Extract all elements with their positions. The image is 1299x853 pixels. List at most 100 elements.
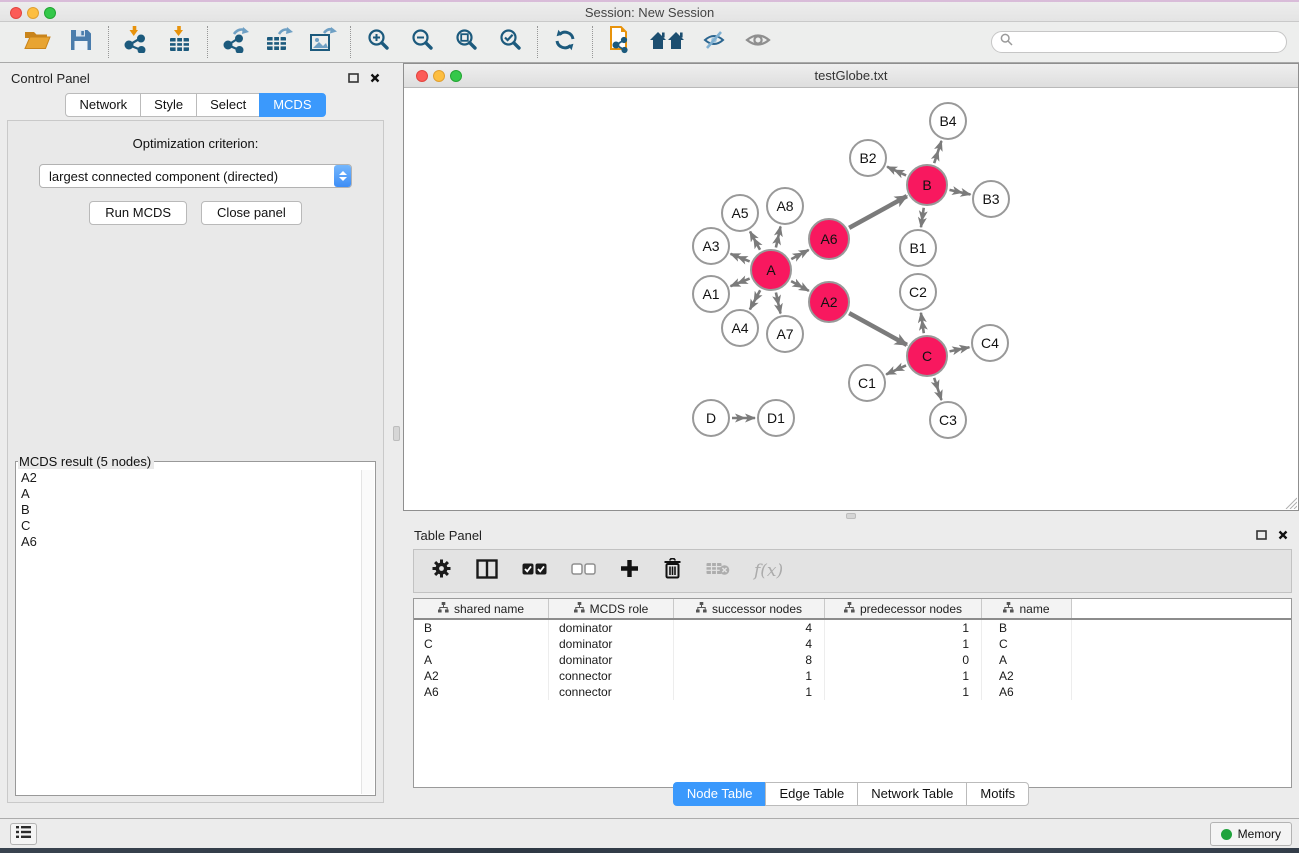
graph-node-D1[interactable]: D1	[758, 400, 794, 436]
graph-node-C2[interactable]: C2	[900, 274, 936, 310]
graph-edge-C-C4[interactable]	[950, 347, 970, 351]
tab-motifs[interactable]: Motifs	[966, 782, 1029, 806]
import-network-button[interactable]	[120, 26, 152, 58]
export-image-button[interactable]	[307, 26, 339, 58]
network-close-button[interactable]	[416, 70, 428, 82]
graph-node-A6[interactable]: A6	[809, 219, 849, 259]
float-panel-icon[interactable]	[1256, 528, 1267, 543]
graph-node-A5[interactable]: A5	[722, 195, 758, 231]
network-zoom-button[interactable]	[450, 70, 462, 82]
show-panels-button[interactable]	[10, 823, 37, 845]
graph-node-B2[interactable]: B2	[850, 140, 886, 176]
run-mcds-button[interactable]: Run MCDS	[89, 201, 187, 225]
graph-edge-C-C2[interactable]	[921, 313, 924, 333]
mcds-result-item[interactable]: A6	[17, 534, 360, 550]
graph-node-A7[interactable]: A7	[767, 316, 803, 352]
graph-edge-B-B4[interactable]	[934, 141, 941, 163]
network-minimize-button[interactable]	[433, 70, 445, 82]
node-table[interactable]: shared nameMCDS rolesuccessor nodesprede…	[413, 598, 1292, 788]
graph-edge-A-A7[interactable]	[776, 292, 781, 313]
save-session-button[interactable]	[65, 26, 97, 58]
close-panel-icon[interactable]	[1278, 528, 1288, 543]
function-builder-button[interactable]: f(x)	[754, 561, 783, 581]
graph-edge-A-A6[interactable]	[791, 250, 808, 259]
network-document-button[interactable]	[604, 26, 636, 58]
apply-layout-button[interactable]	[549, 26, 581, 58]
zoom-fit-button[interactable]	[450, 26, 482, 58]
graph-node-A3[interactable]: A3	[693, 228, 729, 264]
result-scrollbar[interactable]	[361, 470, 374, 794]
delete-column-button[interactable]	[663, 558, 682, 584]
delete-table-button[interactable]	[706, 561, 730, 581]
graph-node-C3[interactable]: C3	[930, 402, 966, 438]
tab-style[interactable]: Style	[140, 93, 197, 117]
tab-select[interactable]: Select	[196, 93, 260, 117]
search-input[interactable]	[1018, 34, 1278, 50]
float-panel-icon[interactable]	[348, 71, 359, 86]
import-table-button[interactable]	[164, 26, 196, 58]
zoom-selected-button[interactable]	[494, 26, 526, 58]
graph-edge-A-A4[interactable]	[750, 290, 760, 309]
mcds-result-item[interactable]: B	[17, 502, 360, 518]
graph-node-B1[interactable]: B1	[900, 230, 936, 266]
tab-mcds[interactable]: MCDS	[259, 93, 325, 117]
graph-edge-A-A5[interactable]	[750, 231, 760, 249]
mcds-result-item[interactable]: C	[17, 518, 360, 534]
table-row[interactable]: A6connector11A6	[414, 684, 1291, 700]
vertical-splitter-grip[interactable]	[393, 426, 400, 441]
export-network-button[interactable]	[219, 26, 251, 58]
column-header-name[interactable]: name	[982, 599, 1072, 618]
graph-node-C1[interactable]: C1	[849, 365, 885, 401]
tab-edge-table[interactable]: Edge Table	[765, 782, 858, 806]
select-all-button[interactable]	[522, 562, 547, 580]
criterion-dropdown[interactable]: largest connected component (directed)	[39, 164, 352, 188]
graph-node-C4[interactable]: C4	[972, 325, 1008, 361]
table-row[interactable]: A2connector11A2	[414, 668, 1291, 684]
horizontal-splitter-grip[interactable]	[846, 513, 856, 519]
column-header-predecessor-nodes[interactable]: predecessor nodes	[825, 599, 982, 618]
deselect-all-button[interactable]	[571, 562, 596, 580]
graph-node-B3[interactable]: B3	[973, 181, 1009, 217]
network-canvas[interactable]: B4B2BB3A8A5A6A3B1AA1C2A2A4A7C4CC1C3DD1	[404, 89, 1298, 510]
close-panel-button[interactable]: Close panel	[201, 201, 302, 225]
graph-edge-A6-B[interactable]	[849, 196, 907, 228]
graph-node-C[interactable]: C	[907, 336, 947, 376]
search-field[interactable]	[991, 31, 1287, 53]
export-table-button[interactable]	[263, 26, 295, 58]
show-columns-button[interactable]	[476, 559, 498, 584]
graph-node-A4[interactable]: A4	[722, 310, 758, 346]
show-details-button[interactable]	[742, 26, 774, 58]
tab-network-table[interactable]: Network Table	[857, 782, 967, 806]
mcds-result-item[interactable]: A2	[17, 470, 360, 486]
graph-edge-B-B2[interactable]	[887, 167, 906, 176]
table-row[interactable]: Cdominator41C	[414, 636, 1291, 652]
graph-edge-A-A8[interactable]	[776, 227, 781, 248]
close-panel-icon[interactable]	[370, 71, 380, 86]
graph-edge-A-A1[interactable]	[730, 279, 749, 287]
graph-edge-C-C1[interactable]	[886, 365, 906, 374]
column-header-shared-name[interactable]: shared name	[414, 599, 549, 618]
graph-edge-A-A2[interactable]	[791, 281, 809, 291]
graph-edge-A2-C[interactable]	[849, 313, 907, 345]
column-header-successor-nodes[interactable]: successor nodes	[674, 599, 825, 618]
zoom-in-button[interactable]	[362, 26, 394, 58]
zoom-out-button[interactable]	[406, 26, 438, 58]
graph-node-A2[interactable]: A2	[809, 282, 849, 322]
table-settings-button[interactable]	[431, 558, 452, 584]
graph-edge-A-A3[interactable]	[730, 254, 749, 262]
memory-button[interactable]: Memory	[1210, 822, 1292, 846]
graph-edge-C-C3[interactable]	[934, 378, 941, 400]
graph-node-A[interactable]: A	[751, 250, 791, 290]
graph-node-A1[interactable]: A1	[693, 276, 729, 312]
graph-node-B[interactable]: B	[907, 165, 947, 205]
home-button[interactable]	[648, 26, 686, 58]
table-row[interactable]: Bdominator41B	[414, 620, 1291, 636]
create-column-button[interactable]	[620, 559, 639, 583]
window-resize-handle[interactable]	[1284, 496, 1297, 509]
graph-edge-B-B1[interactable]	[921, 208, 924, 227]
hide-details-button[interactable]	[698, 26, 730, 58]
table-row[interactable]: Adominator80A	[414, 652, 1291, 668]
mcds-result-item[interactable]: A	[17, 486, 360, 502]
tab-node-table[interactable]: Node Table	[673, 782, 767, 806]
graph-edge-B-B3[interactable]	[949, 190, 970, 195]
